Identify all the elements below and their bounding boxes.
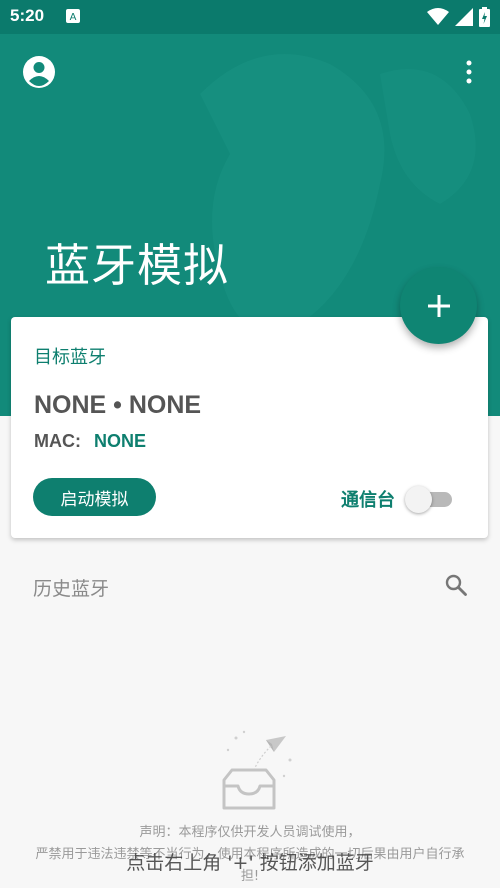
app-notification-icon: A [66,9,80,23]
status-icons [427,7,490,27]
status-time: 5:20 [10,6,45,25]
plus-icon [427,294,450,317]
signal-icon [455,8,473,26]
battery-icon [479,7,490,27]
mac-label: MAC: [34,431,81,451]
wifi-icon [427,8,449,25]
account-circle-icon[interactable] [22,55,56,89]
toggle-thumb [405,486,432,513]
mac-value: NONE [94,431,147,451]
empty-hint: 点击右上角 '+' 按钮添加蓝牙 [126,852,374,874]
empty-inbox-icon [222,730,292,810]
search-icon[interactable] [444,573,468,597]
card-title: 目标蓝牙 [34,347,106,368]
status-bar: 5:20 A [0,0,500,34]
mac-row: MAC: NONE [34,431,146,452]
target-bluetooth-card: 目标蓝牙 NONE • NONE MAC: NONE 启动模拟 通信台 [11,317,488,538]
console-label: 通信台 [341,490,395,511]
history-title: 历史蓝牙 [33,578,110,600]
svg-text:A: A [70,12,77,23]
device-name: NONE • NONE [34,391,202,419]
more-vert-icon[interactable] [458,58,480,86]
console-toggle[interactable] [405,484,457,514]
disclaimer-line: 声明：本程序仅供开发人员调试使用， [139,825,361,840]
add-bluetooth-button[interactable] [400,267,477,344]
page-title: 蓝牙模拟 [45,239,230,292]
start-simulation-button[interactable]: 启动模拟 [33,478,156,516]
